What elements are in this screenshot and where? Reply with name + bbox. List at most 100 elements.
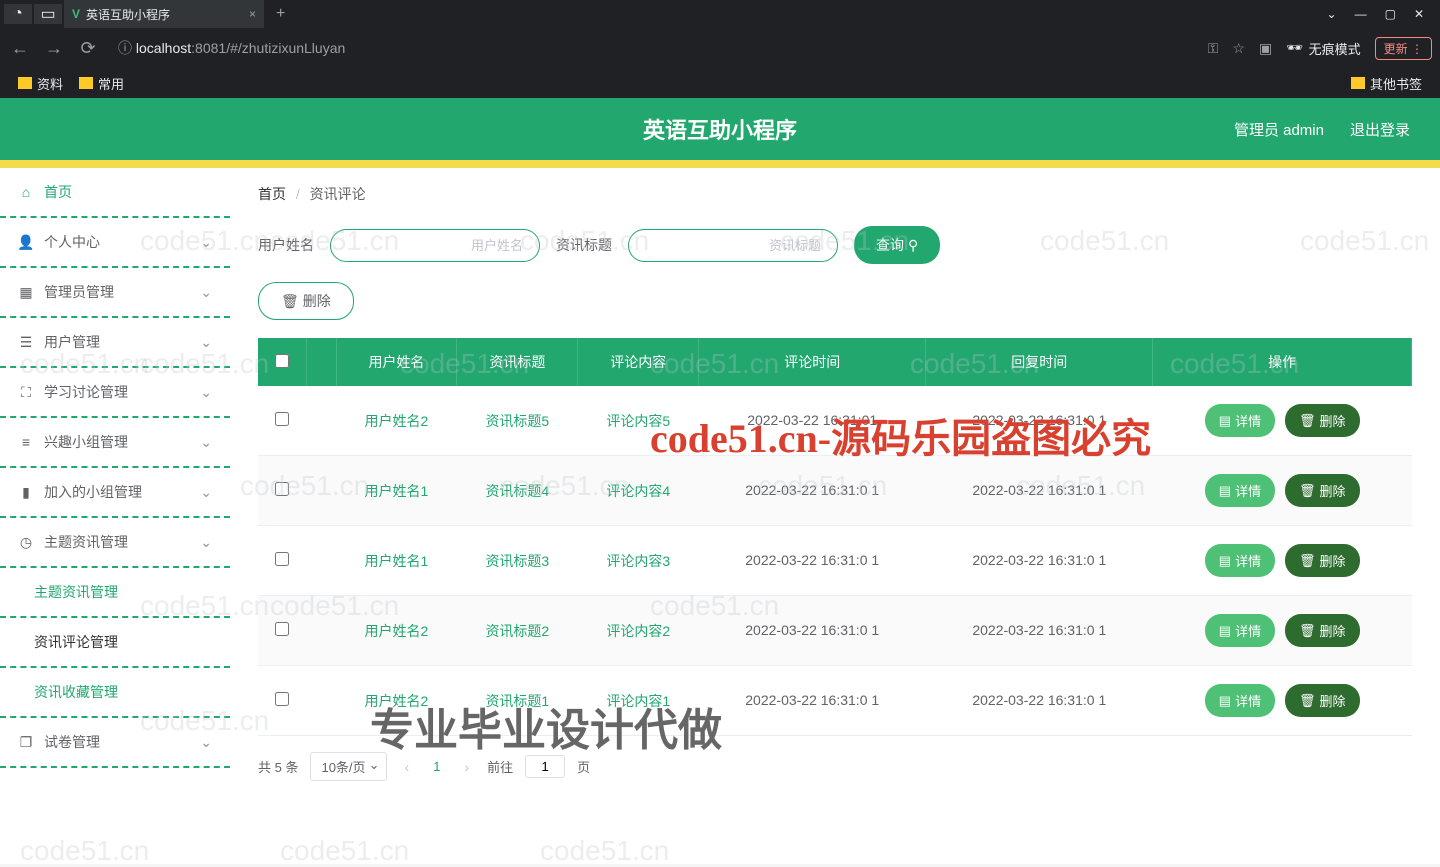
delete-button[interactable]: 🗑 删除 [1285,544,1360,577]
prev-page[interactable]: ‹ [399,759,416,775]
sidebar-item-discuss[interactable]: ⛶学习讨论管理⌄ [0,368,230,418]
home-icon: ⌂ [18,184,34,200]
cell-ctime: 2022-03-22 16:31:01 [699,386,926,456]
table-row: 用户姓名1 资讯标题4 评论内容4 2022-03-22 16:31:0 1 2… [258,456,1412,526]
detail-button[interactable]: ▤ 详情 [1205,544,1275,577]
chevron-down-icon: ⌄ [200,334,212,351]
sidebar-item-admin[interactable]: ▦管理员管理⌄ [0,268,230,318]
cell-title: 资讯标题5 [457,386,578,456]
data-table: 用户姓名 资讯标题 评论内容 评论时间 回复时间 操作 用户姓名2 资讯标题5 … [258,338,1412,736]
breadcrumb: 首页 / 资讯评论 [258,184,1412,204]
browser-tab-active[interactable]: V 英语互助小程序 × [64,0,264,28]
doc-icon: ▤ [1219,553,1231,569]
detail-button[interactable]: ▤ 详情 [1205,474,1275,507]
chevron-down-icon: ⌄ [200,434,212,451]
url-host: localhost [136,40,191,56]
tab-slot[interactable]: ▭ [34,4,62,24]
detail-button[interactable]: ▤ 详情 [1205,614,1275,647]
key-icon[interactable]: ⚿ [1208,40,1219,57]
row-checkbox[interactable] [275,412,289,426]
select-all-checkbox[interactable] [275,354,289,368]
row-checkbox[interactable] [275,622,289,636]
sidebar-item-profile[interactable]: 👤个人中心⌄ [0,218,230,268]
address-bar[interactable]: ⓘ localhost :8081 /#/zhutizixunLluyan [110,38,1198,58]
th-title: 资讯标题 [457,338,578,386]
reload-button[interactable]: ⟳ [76,38,100,59]
vue-icon: V [72,7,80,21]
trash-icon: 🗑 [1299,413,1316,429]
sidebar-item-paper[interactable]: ❐试卷管理⌄ [0,718,230,768]
sidebar-item-topic[interactable]: ◷主题资讯管理⌄ [0,518,230,568]
close-window-icon[interactable]: ✕ [1414,7,1424,21]
delete-button[interactable]: 🗑 删除 [1285,614,1360,647]
user-label[interactable]: 管理员 admin [1234,119,1324,140]
page-number[interactable]: 1 [427,759,446,774]
chevron-down-icon[interactable]: ⌄ [1327,7,1337,21]
row-checkbox[interactable] [275,692,289,706]
query-button[interactable]: 查询 ⚲ [854,226,940,264]
forward-button[interactable]: → [42,38,66,59]
username-input[interactable] [330,229,540,262]
cell-user: 用户姓名2 [336,666,457,736]
sidebar-item-home[interactable]: ⌂首页 [0,168,230,218]
new-tab-button[interactable]: + [276,5,285,23]
title-input[interactable] [628,229,838,262]
close-icon[interactable]: × [249,7,256,21]
chevron-down-icon: ⌄ [200,534,212,551]
total-count: 共 5 条 [258,757,298,776]
star-icon[interactable]: ☆ [1232,40,1245,57]
folder-icon [1351,77,1365,89]
doc-icon: ▤ [1219,693,1231,709]
cell-ctime: 2022-03-22 16:31:0 1 [699,596,926,666]
info-icon: ⓘ [118,38,136,58]
submenu-comment-manage[interactable]: 资讯评论管理 [0,618,230,668]
other-bookmarks[interactable]: 其他书签 [1351,74,1422,93]
page-size-select[interactable]: 10条/页 ⌄ [310,752,386,781]
sidebar: ⌂首页 👤个人中心⌄ ▦管理员管理⌄ ☰用户管理⌄ ⛶学习讨论管理⌄ ≡兴趣小组… [0,168,230,864]
accent-strip [0,160,1440,168]
next-page[interactable]: › [458,759,475,775]
tab-slot[interactable]: ◔ [4,4,32,24]
sidebar-item-joined[interactable]: ▮加入的小组管理⌄ [0,468,230,518]
trash-icon: 🗑 [1299,483,1316,499]
delete-button[interactable]: 🗑 删除 [1285,684,1360,717]
sidebar-item-users[interactable]: ☰用户管理⌄ [0,318,230,368]
delete-button[interactable]: 🗑 删除 [1285,474,1360,507]
minimize-icon[interactable]: — [1355,7,1367,21]
trash-icon: 🗑 [1299,693,1316,709]
chevron-down-icon: ⌄ [200,284,212,301]
submenu-favorite-manage[interactable]: 资讯收藏管理 [0,668,230,718]
bookmark-item[interactable]: 资料 [18,74,63,93]
update-button[interactable]: 更新 ⋮ [1375,37,1432,60]
doc-icon: ▤ [1219,413,1231,429]
clock-icon: ◷ [18,534,34,550]
row-checkbox[interactable] [275,552,289,566]
sidebar-item-group[interactable]: ≡兴趣小组管理⌄ [0,418,230,468]
cell-user: 用户姓名1 [336,526,457,596]
group-icon: ≡ [18,434,34,450]
cell-title: 资讯标题2 [457,596,578,666]
chevron-down-icon: ⌄ [200,234,212,251]
cell-ctime: 2022-03-22 16:31:0 1 [699,666,926,736]
breadcrumb-home[interactable]: 首页 [258,186,286,202]
cell-title: 资讯标题4 [457,456,578,526]
row-checkbox[interactable] [275,482,289,496]
detail-button[interactable]: ▤ 详情 [1205,404,1275,437]
maximize-icon[interactable]: ▢ [1385,7,1396,21]
incognito-icon: 🕶 [1286,40,1303,56]
batch-delete-button[interactable]: 🗑 删除 [258,282,354,320]
detail-button[interactable]: ▤ 详情 [1205,684,1275,717]
page-input[interactable] [525,755,565,778]
discuss-icon: ⛶ [18,384,34,400]
trash-icon: 🗑 [281,293,299,310]
chevron-down-icon: ⌄ [200,484,212,501]
folder-icon [18,77,32,89]
extension-icon[interactable]: ▣ [1259,40,1272,57]
cell-content: 评论内容3 [578,526,699,596]
delete-button[interactable]: 🗑 删除 [1285,404,1360,437]
submenu-topic-manage[interactable]: 主题资讯管理 [0,568,230,618]
cell-title: 资讯标题1 [457,666,578,736]
logout-link[interactable]: 退出登录 [1350,119,1410,140]
back-button[interactable]: ← [8,38,32,59]
bookmark-item[interactable]: 常用 [79,74,124,93]
